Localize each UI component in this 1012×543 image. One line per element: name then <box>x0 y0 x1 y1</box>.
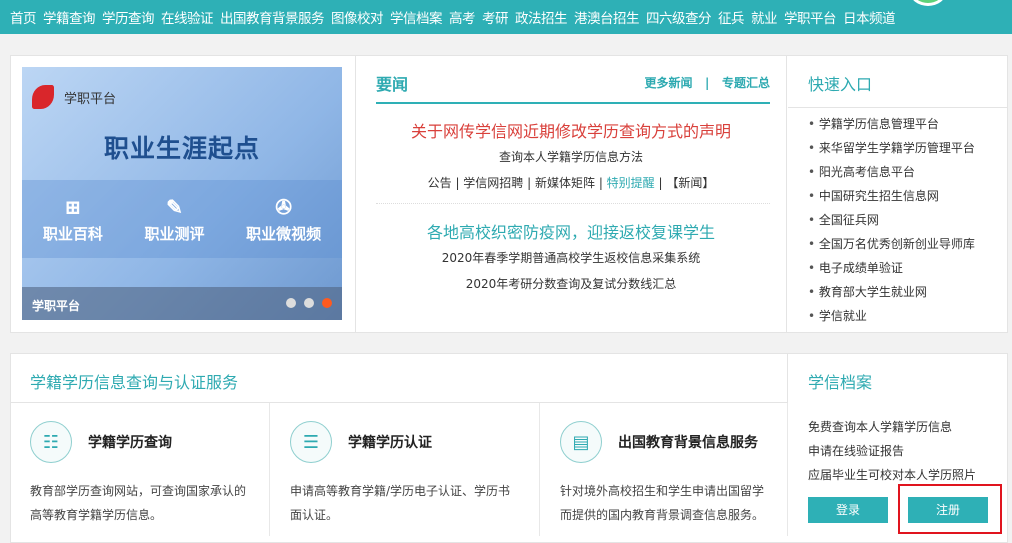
quick-entry-list: 学籍学历信息管理平台来华留学生学籍学历管理平台阳光高考信息平台中国研究生招生信息… <box>788 108 1008 332</box>
slide-dot[interactable] <box>304 298 314 308</box>
service-card-title: 出国教育背景信息服务 <box>618 435 758 451</box>
service-card-title: 学籍学历认证 <box>348 435 432 451</box>
nav-item[interactable]: 在线验证 <box>161 7 214 27</box>
nav-item[interactable]: 学职平台 <box>784 7 837 27</box>
banner-item-label: 职业测评 <box>144 224 205 243</box>
login-button[interactable]: 登录 <box>808 497 888 523</box>
quick-entry-item[interactable]: 学籍学历信息管理平台 <box>808 112 988 136</box>
divider <box>376 203 770 204</box>
banner-item-label: 职业微视频 <box>246 224 322 243</box>
slide-dot-active[interactable] <box>322 298 332 308</box>
edit-doc-icon: ✎ <box>166 194 183 219</box>
link-news[interactable]: 【新闻】 <box>666 176 714 190</box>
quick-entry: 快速入口 学籍学历信息管理平台来华留学生学籍学历管理平台阳光高考信息平台中国研究… <box>788 55 1008 333</box>
link-jobs[interactable]: 学信网招聘 <box>463 176 523 190</box>
nav-item[interactable]: 征兵 <box>718 7 745 27</box>
services-header: 学籍学历信息查询与认证服务 <box>10 353 788 403</box>
quick-entry-item[interactable]: 学信就业 <box>808 304 988 328</box>
nav-item[interactable]: 出国教育背景服务 <box>220 7 325 27</box>
news-section: 要闻 更多新闻 | 专题汇总 关于网传学信网近期修改学历查询方式的声明 查询本人… <box>355 55 787 333</box>
quick-entry-item[interactable]: 中国研究生招生信息网 <box>808 184 988 208</box>
certificate-icon: ▤ <box>560 421 602 463</box>
nav-item[interactable]: 学历查询 <box>102 7 155 27</box>
more-news-link[interactable]: 更多新闻 <box>644 76 692 90</box>
link-announcement[interactable]: 公告 <box>428 176 452 190</box>
link-notice[interactable]: 特别提醒 <box>607 176 655 190</box>
nav-item[interactable]: 高考 <box>449 7 476 27</box>
nav-item[interactable]: 政法招生 <box>515 7 568 27</box>
separator: | <box>705 76 710 90</box>
news-link[interactable]: 2020年考研分数查询及复试分数线汇总 <box>356 275 786 292</box>
nav-item[interactable]: 首页 <box>10 7 37 27</box>
service-card-desc: 针对境外高校招生和学生申请出国留学而提供的国内教育背景调查信息服务。 <box>560 484 765 522</box>
slide-dot[interactable] <box>286 298 296 308</box>
topics-link[interactable]: 专题汇总 <box>722 76 770 90</box>
archive-list: 免费查询本人学籍学历信息 申请在线验证报告 应届毕业生可校对本人学历照片 <box>808 415 988 487</box>
quick-entry-item[interactable]: 教育部大学生就业网 <box>808 280 988 304</box>
nav-item[interactable]: 港澳台招生 <box>574 7 640 27</box>
banner-logo-text: 学职平台 <box>64 91 117 107</box>
nav-item[interactable]: 四六级查分 <box>646 7 712 27</box>
top-nav: 首页 学籍查询 学历查询 在线验证 出国教育背景服务 图像校对 学信档案 高考 考研 政法招生 港澳… <box>0 0 1012 34</box>
banner-carousel[interactable]: 学职平台 职业生涯起点 ⊞ 职业百科 ✎ 职业测评 ✇ 职业微视频 学职平台 <box>22 67 342 320</box>
banner-caption-text: 学职平台 <box>32 299 81 313</box>
banner-logo: 学职平台 <box>32 85 116 109</box>
banner-item-video[interactable]: ✇ 职业微视频 <box>246 195 321 244</box>
archive-link[interactable]: 申请在线验证报告 <box>808 439 988 463</box>
news-link[interactable]: 2020年春季学期普通高校学生返校信息采集系统 <box>356 249 786 266</box>
service-card-desc: 申请高等教育学籍/学历电子认证、学历书面认证。 <box>290 484 511 522</box>
news-link[interactable]: 查询本人学籍学历信息方法 <box>356 148 786 165</box>
nav-item[interactable]: 学籍查询 <box>43 7 96 27</box>
service-card[interactable]: ☷ 学籍学历查询教育部学历查询网站，可查询国家承认的高等教育学籍学历信息。 <box>10 403 270 536</box>
service-card[interactable]: ☰ 学籍学历认证申请高等教育学籍/学历电子认证、学历书面认证。 <box>270 403 540 536</box>
service-card-desc: 教育部学历查询网站，可查询国家承认的高等教育学籍学历信息。 <box>30 484 247 522</box>
certificate-icon: ☷ <box>30 421 72 463</box>
nav-item[interactable]: 学信档案 <box>390 7 443 27</box>
quick-entry-item[interactable]: 全国万名优秀创新创业导师库 <box>808 232 988 256</box>
nav-item[interactable]: 考研 <box>482 7 509 27</box>
highlight-box <box>898 484 1002 534</box>
quick-entry-item[interactable]: 来华留学生学籍学历管理平台 <box>808 136 988 160</box>
quick-entry-title: 快速入口 <box>788 55 1008 108</box>
headline-link[interactable]: 关于网传学信网近期修改学历查询方式的声明 <box>356 118 786 142</box>
nav-item[interactable]: 日本频道 <box>843 7 896 27</box>
banner-item-encyclopedia[interactable]: ⊞ 职业百科 <box>43 195 103 244</box>
service-card[interactable]: ▤ 出国教育背景信息服务针对境外高校招生和学生申请出国留学而提供的国内教育背景调查… <box>540 403 788 536</box>
divider <box>376 102 770 104</box>
bird-logo-icon <box>32 85 54 109</box>
link-media[interactable]: 新媒体矩阵 <box>535 176 595 190</box>
film-reel-icon: ✇ <box>275 194 293 219</box>
headline-link[interactable]: 各地高校织密防疫网，迎接返校复课学生 <box>356 219 786 243</box>
quick-entry-item[interactable]: 全国征兵网 <box>808 208 988 232</box>
nav-item[interactable]: 就业 <box>751 7 778 27</box>
banner-item-assessment[interactable]: ✎ 职业测评 <box>144 195 204 244</box>
archive-title: 学信档案 <box>808 373 873 392</box>
news-links-row: 公告 | 学信网招聘 | 新媒体矩阵 | 特别提醒 | 【新闻】 <box>427 176 715 190</box>
banner-item-label: 职业百科 <box>42 224 103 243</box>
certificate-icon: ☰ <box>290 421 332 463</box>
quick-entry-item[interactable]: 阳光高考信息平台 <box>808 160 988 184</box>
book-plus-icon: ⊞ <box>64 194 82 219</box>
quick-entry-item[interactable]: 电子成绩单验证 <box>808 256 988 280</box>
news-title: 要闻 <box>376 75 409 94</box>
banner-caption: 学职平台 <box>22 287 342 320</box>
nav-item[interactable]: 图像校对 <box>331 7 384 27</box>
banner-slogan: 职业生涯起点 <box>103 134 260 163</box>
services-title: 学籍学历信息查询与认证服务 <box>30 373 239 392</box>
service-card-title: 学籍学历查询 <box>88 435 172 451</box>
archive-link[interactable]: 免费查询本人学籍学历信息 <box>808 415 988 439</box>
